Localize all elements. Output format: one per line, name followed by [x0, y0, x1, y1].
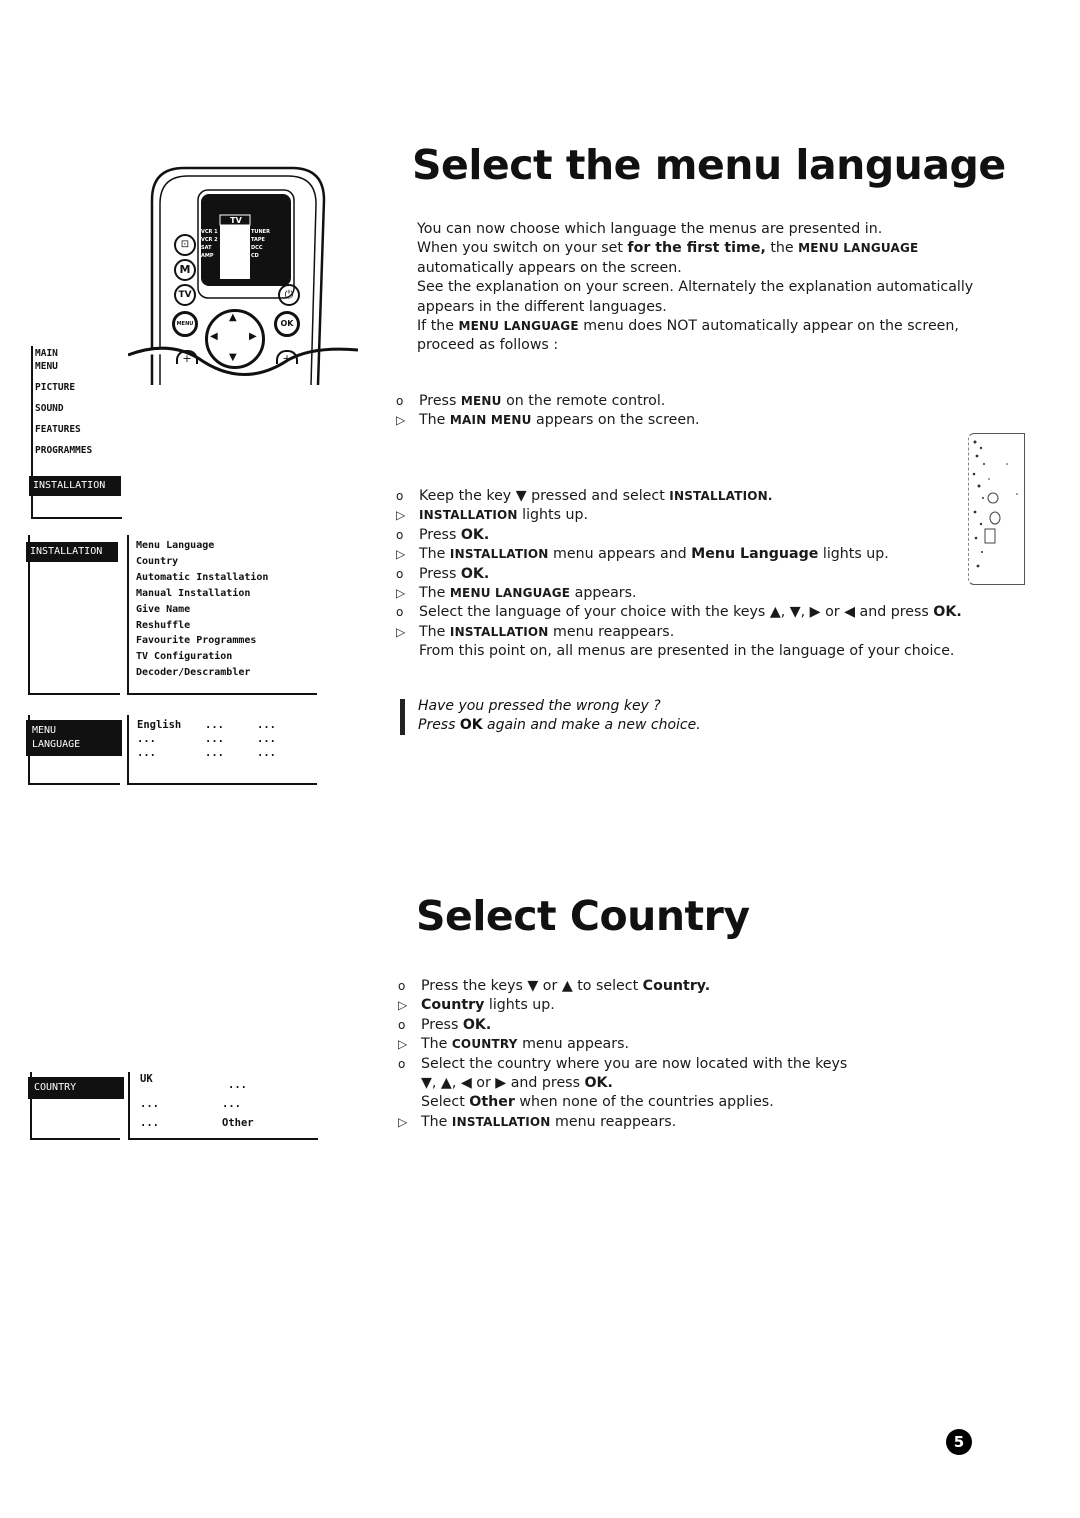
remote-menu-button[interactable]: MENU	[172, 311, 198, 337]
intro-paragraph: You can now choose which language the me…	[417, 221, 974, 354]
remote-dpad[interactable]: ▲ ▼ ◀ ▶	[205, 309, 265, 369]
arrow-up-icon[interactable]: ▲	[229, 312, 237, 323]
note-marker-bar	[400, 699, 405, 735]
language-option[interactable]: ...	[257, 732, 276, 746]
step-item: o Select the country where you are now lo…	[398, 1055, 848, 1072]
country-menu-label: COUNTRY	[28, 1077, 124, 1099]
section-title-menu-language: Select the menu language	[412, 141, 1006, 189]
country-option-uk[interactable]: UK	[140, 1070, 228, 1095]
step-item: ▷ The MAIN MENU appears on the screen.	[396, 412, 700, 429]
remote-power-button[interactable]: ⏻	[278, 284, 300, 306]
language-grid: English...... ......... .........	[137, 718, 276, 760]
main-menu-item-programmes[interactable]: PROGRAMMES	[35, 444, 92, 457]
language-option[interactable]: ...	[257, 746, 276, 760]
step-item: ▷ The MENU LANGUAGE appears.	[396, 585, 637, 602]
installation-menu-list: Menu Language Country Automatic Installa…	[136, 538, 268, 681]
country-option-other[interactable]: Other	[222, 1114, 254, 1133]
step-item: o Press OK.	[396, 565, 490, 582]
noise-graphic	[972, 440, 1018, 568]
main-menu-header-line2: MENU	[35, 361, 58, 372]
steps-open-menu: o Press MENU on the remote control. ▷ The …	[396, 392, 700, 431]
country-option[interactable]: ...	[222, 1095, 241, 1114]
steps-select-country: o Press the keys ▼ or ▲ to select Country…	[398, 977, 847, 1132]
remote-ok-button[interactable]: OK	[274, 311, 300, 337]
step-item: o Select the language of your choice with…	[396, 604, 962, 621]
step-item: o Press the keys ▼ or ▲ to select Country…	[398, 978, 711, 994]
installation-item[interactable]: Country	[136, 554, 268, 570]
remote-input-button[interactable]: ⊡	[174, 234, 196, 256]
country-option[interactable]: ...	[140, 1114, 222, 1133]
language-menu-label: MENU LANGUAGE	[26, 720, 122, 756]
step-item: ▷ INSTALLATION lights up.	[396, 507, 589, 524]
language-option[interactable]: ...	[205, 732, 257, 746]
step-item: Select Other when none of the countries …	[421, 1094, 774, 1111]
installation-item[interactable]: Reshuffle	[136, 618, 268, 634]
language-option[interactable]: ...	[205, 746, 257, 760]
step-item: o Press OK.	[398, 1016, 492, 1033]
country-option[interactable]: ...	[228, 1070, 247, 1095]
language-option[interactable]: ...	[137, 732, 205, 746]
language-option[interactable]: ...	[257, 718, 276, 732]
source-dcc: DCC	[251, 245, 263, 251]
steps-select-language: o Keep the key ▼ pressed and select INSTA…	[396, 487, 962, 662]
arrow-right-icon[interactable]: ▶	[249, 331, 257, 342]
source-vcr2: VCR 2	[201, 237, 218, 243]
remote-plus-right-button[interactable]: +	[276, 350, 298, 365]
source-sat: SAT	[201, 245, 212, 251]
power-icon: ⏻	[284, 288, 294, 301]
source-vcr1: VCR 1	[201, 229, 218, 235]
input-icon: ⊡	[180, 239, 190, 250]
source-cd: CD	[251, 253, 259, 259]
source-tuner: TUNER	[251, 229, 270, 235]
step-item: From this point on, all menus are presen…	[419, 643, 955, 660]
source-tape: TAPE	[251, 237, 265, 243]
main-menu-item-picture[interactable]: PICTURE	[35, 381, 92, 394]
language-option[interactable]: ...	[137, 746, 205, 760]
installation-menu-label: INSTALLATION	[26, 542, 118, 562]
main-menu-header-line1: MAIN	[35, 348, 58, 359]
installation-item[interactable]: TV Configuration	[136, 649, 268, 665]
wrong-key-note: Have you pressed the wrong key ? Press O…	[396, 697, 1080, 735]
main-menu-item-sound[interactable]: SOUND	[35, 402, 92, 415]
main-menu-osd: MAIN MENU PICTURE SOUND FEATURES PROGRAM…	[35, 347, 92, 457]
installation-item[interactable]: Manual Installation	[136, 586, 268, 602]
arrow-left-icon[interactable]: ◀	[210, 331, 218, 342]
remote-screen: TV VCR 1 VCR 2 SAT AMP TUNER TAPE DCC CD	[201, 214, 291, 284]
source-amp: AMP	[201, 253, 214, 259]
language-option[interactable]: English	[137, 718, 205, 732]
step-item: o Press OK.	[396, 526, 490, 543]
country-option[interactable]: ...	[140, 1095, 222, 1114]
installation-item[interactable]: Give Name	[136, 602, 268, 618]
arrow-down-icon[interactable]: ▼	[229, 352, 237, 363]
main-menu-item-installation[interactable]: INSTALLATION	[29, 476, 121, 496]
section-title-select-country: Select Country	[416, 892, 750, 940]
installation-item[interactable]: Favourite Programmes	[136, 633, 268, 649]
installation-item[interactable]: Decoder/Descrambler	[136, 665, 268, 681]
remote-tv-button[interactable]: TV	[174, 284, 196, 306]
installation-item[interactable]: Menu Language	[136, 538, 268, 554]
remote-screen-title: TV	[230, 216, 242, 225]
installation-item[interactable]: Automatic Installation	[136, 570, 268, 586]
step-item: ▷ The INSTALLATION menu reappears.	[396, 623, 675, 640]
step-item: ▷ The INSTALLATION menu appears and Menu …	[396, 546, 889, 563]
step-item: ▷ Country lights up.	[398, 997, 555, 1014]
step-item: o Keep the key ▼ pressed and select INSTA…	[396, 488, 773, 504]
remote-m-button[interactable]: M	[174, 259, 196, 281]
step-item: ▼, ▲, ◀ or ▶ and press OK.	[421, 1075, 613, 1092]
step-item: ▷ The COUNTRY menu appears.	[398, 1036, 629, 1053]
step-item: o Press MENU on the remote control.	[396, 393, 666, 409]
main-menu-item-features[interactable]: FEATURES	[35, 423, 92, 436]
decorative-smudge-box	[968, 433, 1025, 585]
remote-plus-left-button[interactable]: +	[176, 350, 198, 365]
language-option[interactable]: ...	[205, 718, 257, 732]
page-number-badge: 5	[946, 1429, 972, 1455]
country-grid: UK... ...... ... Other	[140, 1070, 254, 1133]
step-item: ▷ The INSTALLATION menu reappears.	[398, 1113, 677, 1130]
